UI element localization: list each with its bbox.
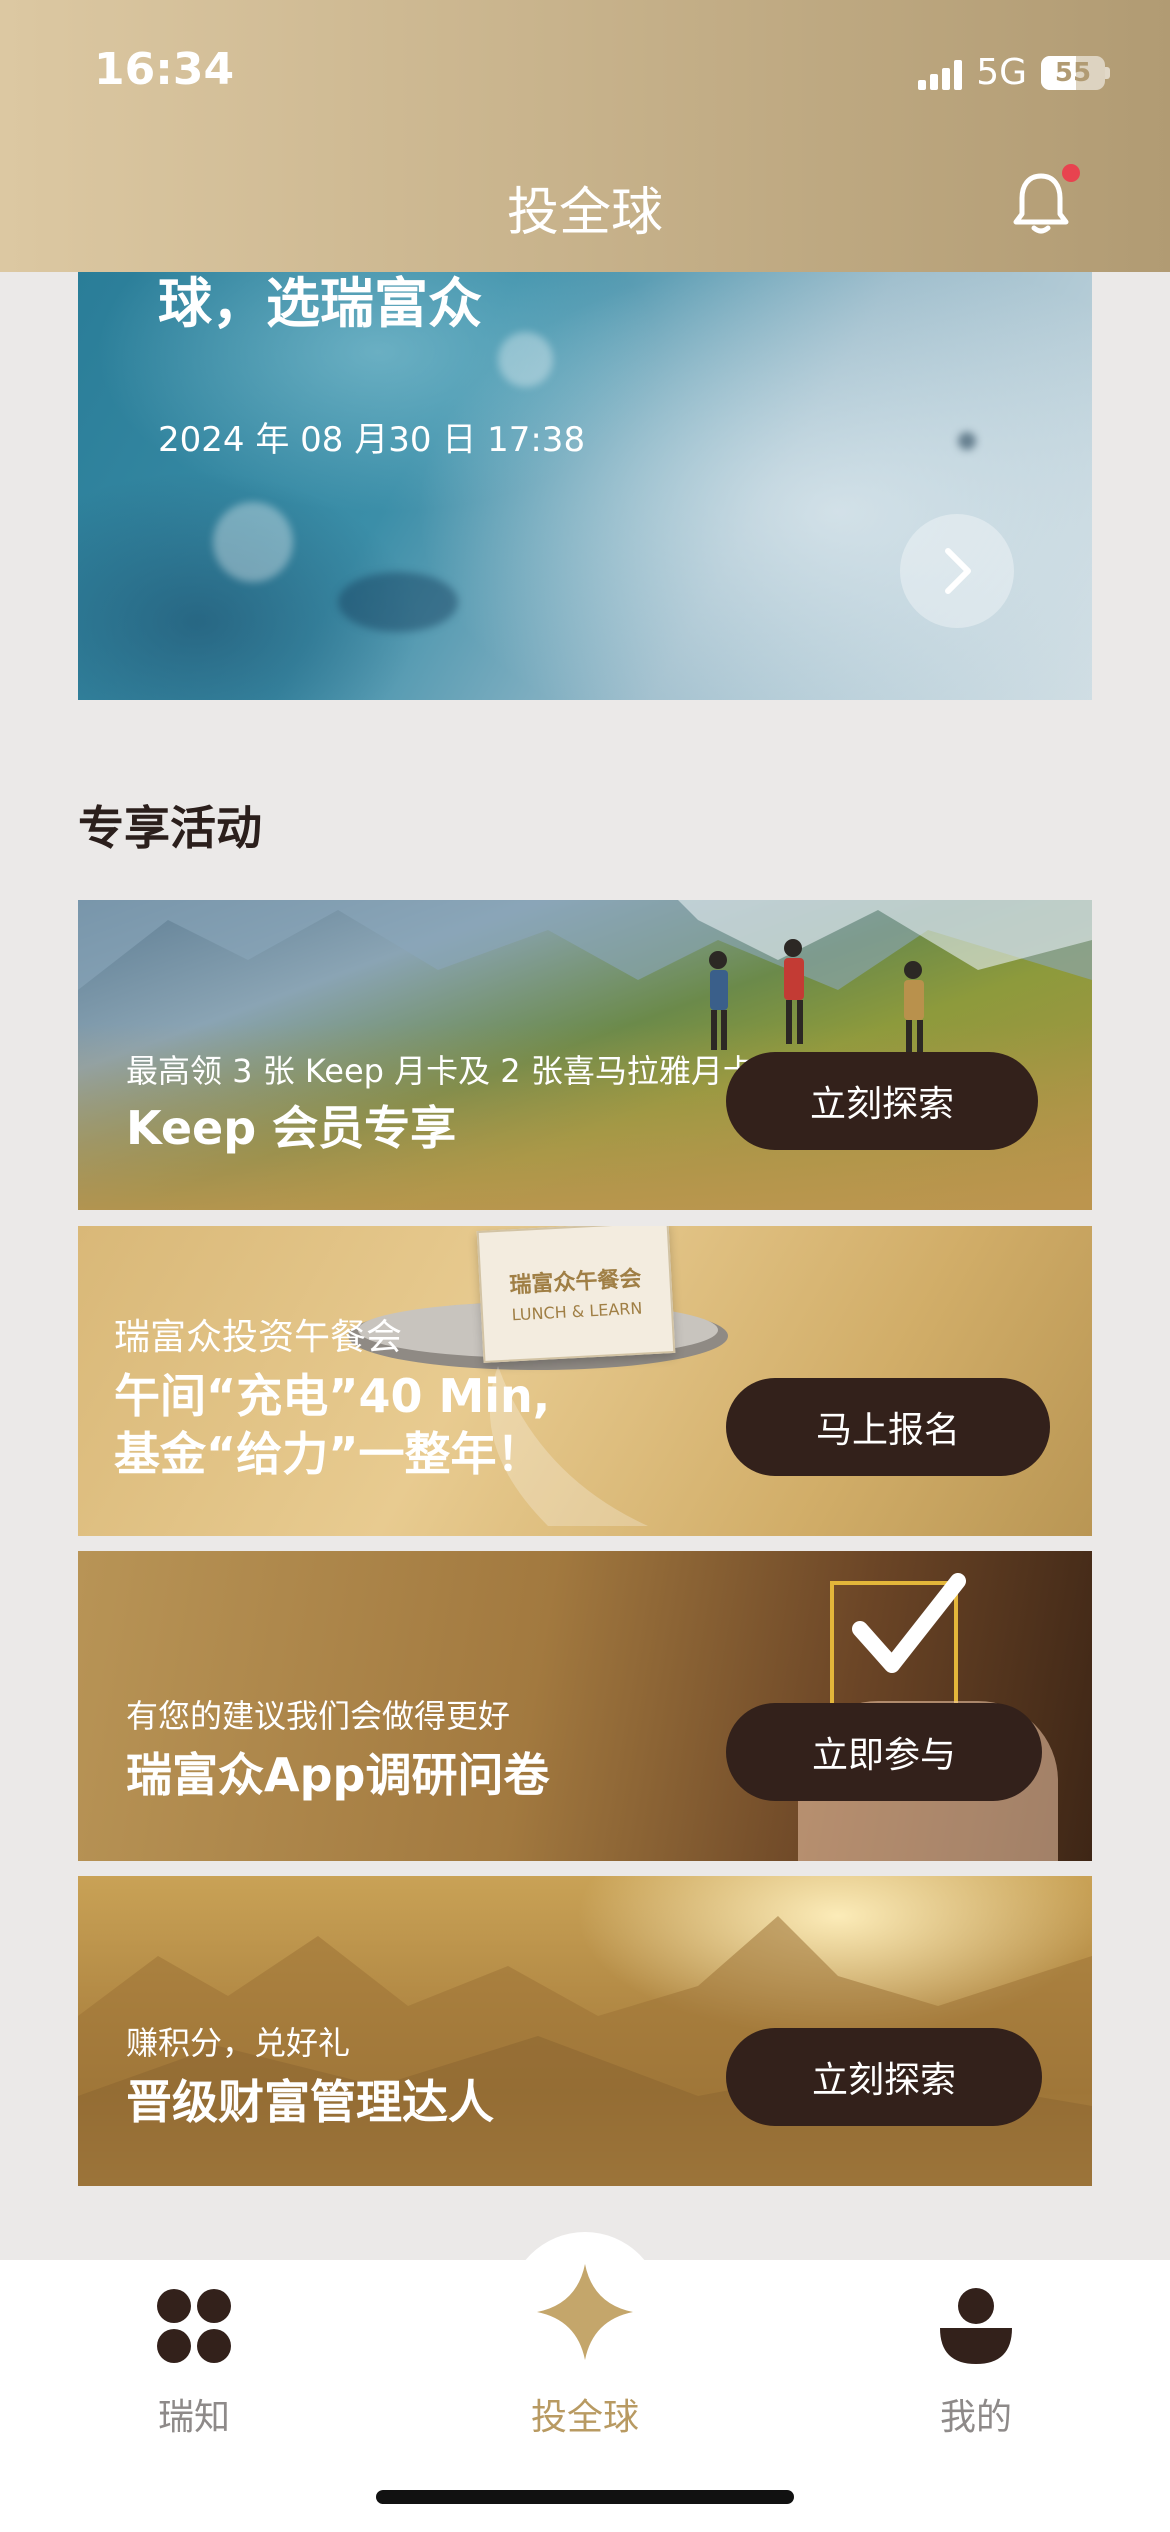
banner-survey[interactable]: 有您的建议我们会做得更好 瑞富众App调研问卷 立即参与 bbox=[78, 1551, 1092, 1861]
status-time: 16:34 bbox=[94, 44, 235, 95]
chevron-right-icon[interactable] bbox=[900, 514, 1014, 628]
lunch-card: 瑞富众午餐会 LUNCH & LEARN bbox=[476, 1226, 676, 1363]
hero-date: 2024 年 08 月30 日 17:38 bbox=[158, 420, 586, 460]
banner-title: 晋级财富管理达人 bbox=[126, 2075, 494, 2129]
status-indicators: 5G 55 bbox=[918, 52, 1110, 93]
banner-subtitle: 瑞富众投资午餐会 bbox=[114, 1317, 403, 1358]
notification-dot bbox=[1062, 164, 1080, 182]
top-header: 16:34 5G 55 投全球 bbox=[0, 0, 1170, 272]
register-button[interactable]: 马上报名 bbox=[726, 1378, 1050, 1476]
tab-mine[interactable]: 我的 bbox=[876, 2286, 1076, 2440]
tab-label: 我的 bbox=[939, 2397, 1012, 2438]
profile-icon bbox=[940, 2288, 1012, 2364]
checkmark-icon bbox=[852, 1573, 966, 1673]
banner-title: 瑞富众App调研问卷 bbox=[126, 1748, 550, 1802]
grid-icon bbox=[157, 2289, 231, 2363]
banner-subtitle: 最高领 3 张 Keep 月卡及 2 张喜马拉雅月卡 bbox=[126, 1052, 755, 1090]
tab-ruizhi[interactable]: 瑞知 bbox=[94, 2286, 294, 2440]
explore-button[interactable]: 立刻探索 bbox=[726, 2028, 1042, 2126]
home-indicator bbox=[376, 2490, 794, 2504]
hikers-illustration bbox=[709, 939, 924, 1058]
banner-lunch[interactable]: 瑞富众午餐会 LUNCH & LEARN 瑞富众投资午餐会 午间“充电”40 M… bbox=[78, 1226, 1092, 1536]
section-title: 专享活动 bbox=[78, 801, 262, 855]
banner-subtitle: 赚积分，兑好礼 bbox=[126, 2024, 351, 2062]
banner-points[interactable]: 赚积分，兑好礼 晋级财富管理达人 立刻探索 bbox=[78, 1876, 1092, 2186]
explore-button[interactable]: 立刻探索 bbox=[726, 1052, 1038, 1150]
banner-title-line2: 基金“给力”一整年！ bbox=[114, 1427, 543, 1481]
banner-title: Keep 会员专享 bbox=[126, 1101, 457, 1155]
banner-title-line1: 午间“充电”40 Min, bbox=[114, 1369, 551, 1423]
tab-label: 瑞知 bbox=[157, 2397, 230, 2438]
signal-icon bbox=[918, 56, 963, 90]
bell-icon[interactable] bbox=[1010, 170, 1072, 236]
participate-button[interactable]: 立即参与 bbox=[726, 1703, 1042, 1801]
tab-label: 投全球 bbox=[530, 2397, 639, 2438]
hero-banner[interactable]: 球，选瑞富众 2024 年 08 月30 日 17:38 bbox=[78, 272, 1092, 700]
battery-icon: 55 bbox=[1041, 55, 1105, 90]
network-label: 5G bbox=[976, 52, 1027, 93]
tab-invest-global[interactable]: 投全球 bbox=[485, 2262, 685, 2440]
star-icon bbox=[537, 2264, 633, 2360]
banner-keep[interactable]: 最高领 3 张 Keep 月卡及 2 张喜马拉雅月卡 Keep 会员专享 立刻探… bbox=[78, 900, 1092, 1210]
hero-title: 球，选瑞富众 bbox=[158, 272, 482, 335]
page-title: 投全球 bbox=[506, 183, 663, 243]
banner-subtitle: 有您的建议我们会做得更好 bbox=[126, 1697, 511, 1735]
